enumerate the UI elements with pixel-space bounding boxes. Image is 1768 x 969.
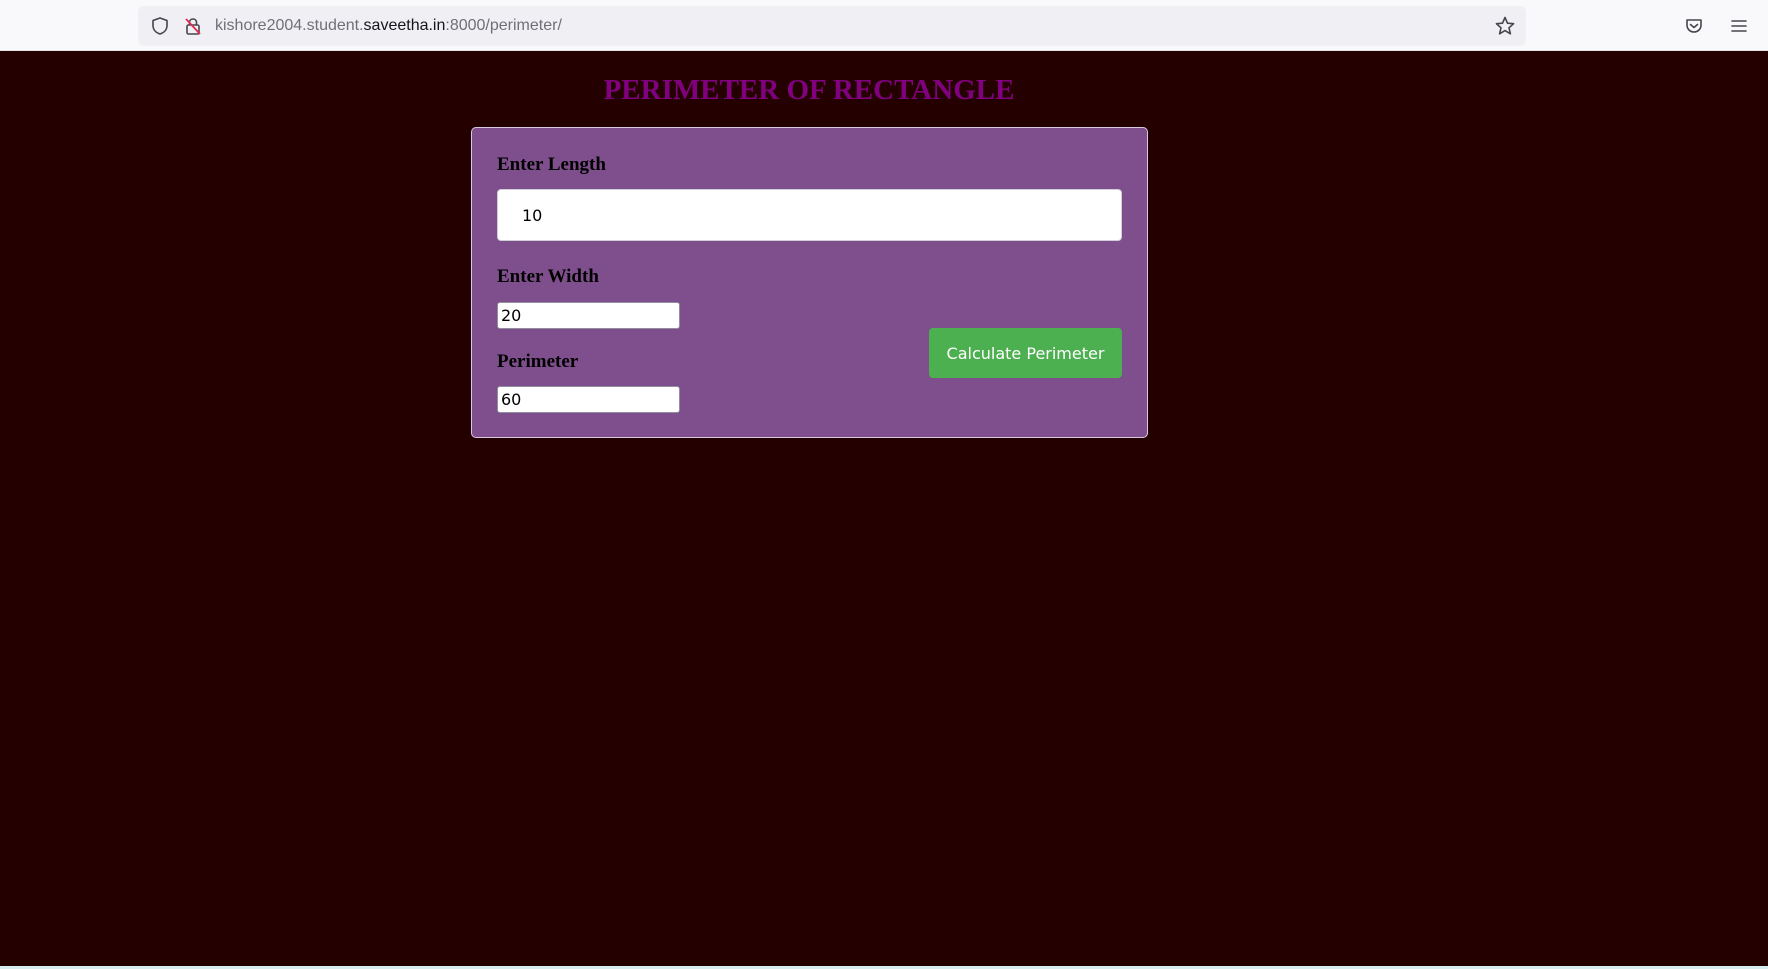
menu-icon[interactable] [1727, 14, 1751, 38]
perimeter-label: Perimeter [497, 351, 579, 372]
width-input[interactable] [497, 302, 680, 329]
bookmark-star-icon[interactable] [1493, 14, 1517, 38]
browser-toolbar: kishore2004.student.saveetha.in:8000/per… [0, 0, 1768, 51]
perimeter-output[interactable] [497, 386, 680, 413]
url-prefix: kishore2004.student. [215, 17, 364, 34]
calculate-perimeter-button[interactable]: Calculate Perimeter [929, 328, 1122, 378]
page-title: PERIMETER OF RECTANGLE [603, 74, 1015, 106]
url-suffix: :8000/perimeter/ [445, 17, 562, 34]
insecure-lock-icon[interactable] [181, 14, 205, 38]
width-label: Enter Width [497, 266, 599, 287]
url-text[interactable]: kishore2004.student.saveetha.in:8000/per… [215, 6, 562, 46]
perimeter-form: Enter Length Enter Width Perimeter Calcu… [471, 127, 1148, 438]
shield-icon[interactable] [148, 14, 172, 38]
url-bar[interactable]: kishore2004.student.saveetha.in:8000/per… [138, 6, 1526, 46]
pocket-icon[interactable] [1682, 14, 1706, 38]
url-domain: saveetha.in [363, 17, 446, 34]
length-input[interactable] [497, 189, 1122, 241]
length-label: Enter Length [497, 154, 606, 175]
